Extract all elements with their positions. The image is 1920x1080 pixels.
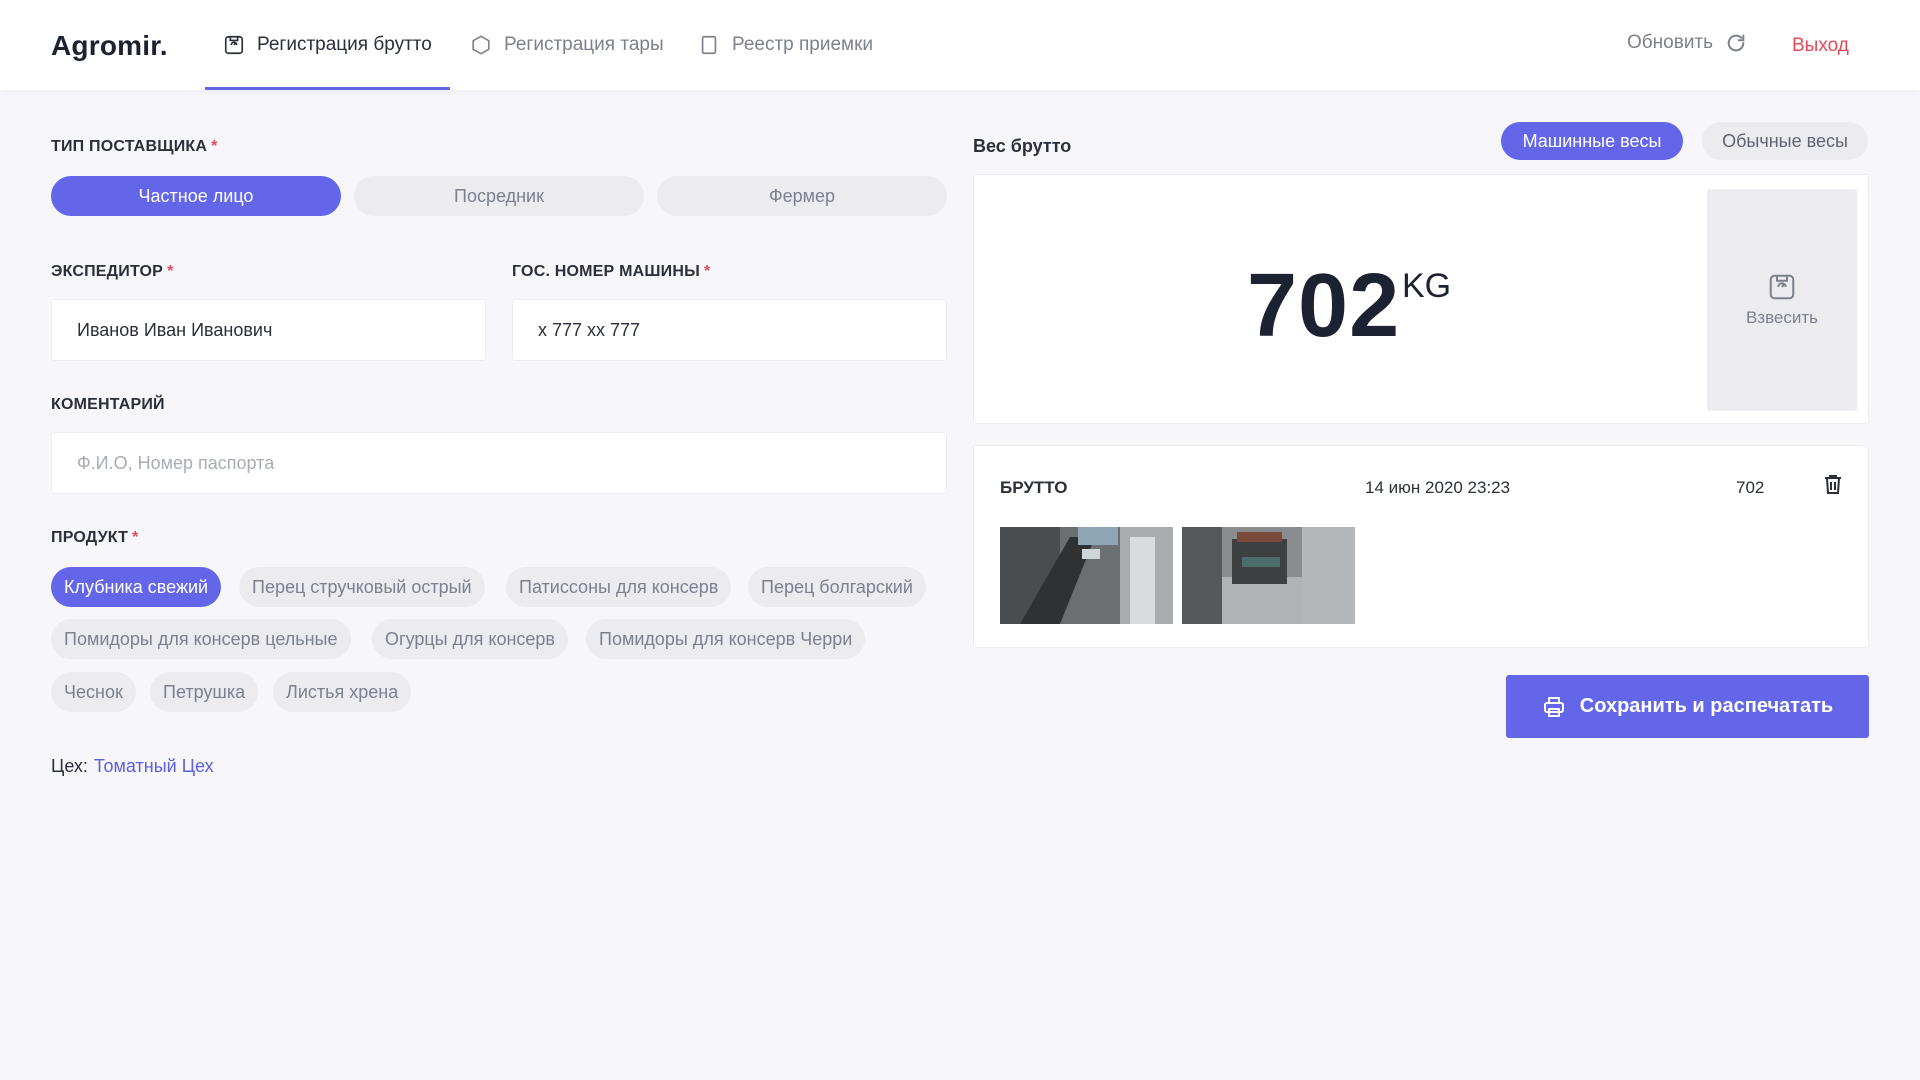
scale-icon	[1769, 274, 1795, 300]
camera-photo[interactable]	[1182, 527, 1355, 624]
plate-label-text: ГОС. НОМЕР МАШИНЫ	[512, 263, 700, 280]
weight-display-card: 702 KG Взвесить	[973, 174, 1869, 424]
product-chip[interactable]: Петрушка	[150, 672, 259, 712]
regular-scale-button[interactable]: Обычные весы	[1702, 122, 1868, 160]
tab-label: Регистрация брутто	[257, 34, 432, 55]
product-chip[interactable]: Огурцы для консерв	[372, 619, 568, 659]
forwarder-label: ЭКСПЕДИТОР *	[51, 263, 174, 281]
product-label: ПРОДУКТ *	[51, 529, 139, 547]
record-type: БРУТТО	[1000, 478, 1068, 497]
workshop-info: Цех: Томатный Цех	[51, 756, 214, 777]
tab-tare-registration[interactable]: Регистрация тары	[470, 0, 664, 90]
hexagon-icon	[472, 35, 490, 55]
weigh-button[interactable]: Взвесить	[1707, 189, 1857, 411]
refresh-label: Обновить	[1627, 32, 1714, 53]
camera-photo[interactable]	[1000, 527, 1173, 624]
save-and-print-label: Сохранить и распечатать	[1579, 695, 1834, 717]
supplier-option-farmer[interactable]: Фермер	[657, 176, 947, 216]
truck-scale-button[interactable]: Машинные весы	[1501, 122, 1683, 160]
tab-gross-registration[interactable]: Регистрация брутто	[205, 0, 450, 90]
product-chip[interactable]: Патиссоны для консерв	[506, 567, 732, 607]
camera-photo-image	[1182, 527, 1355, 624]
product-chip[interactable]: Чеснок	[51, 672, 136, 712]
gross-weight-title: Вес брутто	[973, 136, 1072, 156]
product-chip[interactable]: Помидоры для консерв цельные	[51, 619, 351, 659]
camera-photo-image	[1000, 527, 1173, 624]
record-date: 14 июн 2020 23:23	[1365, 478, 1511, 497]
forwarder-field[interactable]: Иванов Иван Иванович	[51, 299, 486, 361]
supplier-type-label: ТИП ПОСТАВЩИКА *	[51, 138, 218, 156]
weighing-record-card: БРУТТО 14 июн 2020 23:23 702	[973, 445, 1869, 648]
logout-button[interactable]: Выход	[1792, 35, 1849, 57]
bookmark-icon	[701, 35, 717, 55]
top-navbar: Agromir. Регистрация брутто Регистрация …	[0, 0, 1920, 90]
workshop-link[interactable]: Томатный Цех	[94, 756, 214, 776]
tab-label: Регистрация тары	[504, 34, 664, 55]
product-chip[interactable]: Листья хрена	[273, 672, 412, 712]
save-and-print-button[interactable]: Сохранить и распечатать	[1506, 675, 1869, 738]
printer-icon	[1543, 696, 1564, 717]
plate-label: ГОС. НОМЕР МАШИНЫ *	[512, 263, 710, 281]
required-mark: *	[703, 263, 711, 280]
scale-icon	[224, 35, 244, 55]
workshop-label: Цех:	[51, 756, 88, 776]
product-label-text: ПРОДУКТ	[51, 529, 129, 546]
required-mark: *	[132, 529, 139, 546]
weigh-button-label: Взвесить	[1745, 308, 1819, 327]
required-mark: *	[211, 138, 218, 155]
product-chip[interactable]: Перец болгарский	[748, 567, 926, 607]
supplier-type-label-text: ТИП ПОСТАВЩИКА	[51, 138, 208, 155]
product-chip[interactable]: Помидоры для консерв Черри	[586, 619, 866, 659]
product-chip[interactable]: Перец стручковый острый	[239, 567, 485, 607]
tab-acceptance-registry[interactable]: Реестр приемки	[698, 0, 873, 90]
supplier-option-private[interactable]: Частное лицо	[51, 176, 341, 216]
forwarder-label-text: ЭКСПЕДИТОР	[51, 263, 164, 280]
refresh-icon	[1727, 34, 1745, 52]
required-mark: *	[167, 263, 174, 280]
trash-icon[interactable]	[1821, 472, 1845, 496]
logo: Agromir.	[51, 30, 168, 61]
comment-label: КОМЕНТАРИЙ	[51, 396, 165, 413]
supplier-option-intermediary[interactable]: Посредник	[354, 176, 644, 216]
record-value: 702	[1736, 478, 1765, 497]
tab-label: Реестр приемки	[732, 34, 874, 55]
refresh-button[interactable]: Обновить	[1627, 32, 1747, 54]
weight-value: 702	[1247, 256, 1401, 356]
plate-number-field[interactable]: х 777 хх 777	[512, 299, 947, 361]
product-chip[interactable]: Клубника свежий	[51, 567, 222, 607]
comment-field[interactable]: Ф.И.О, Номер паспорта	[51, 432, 947, 494]
weight-unit: KG	[1402, 267, 1452, 305]
